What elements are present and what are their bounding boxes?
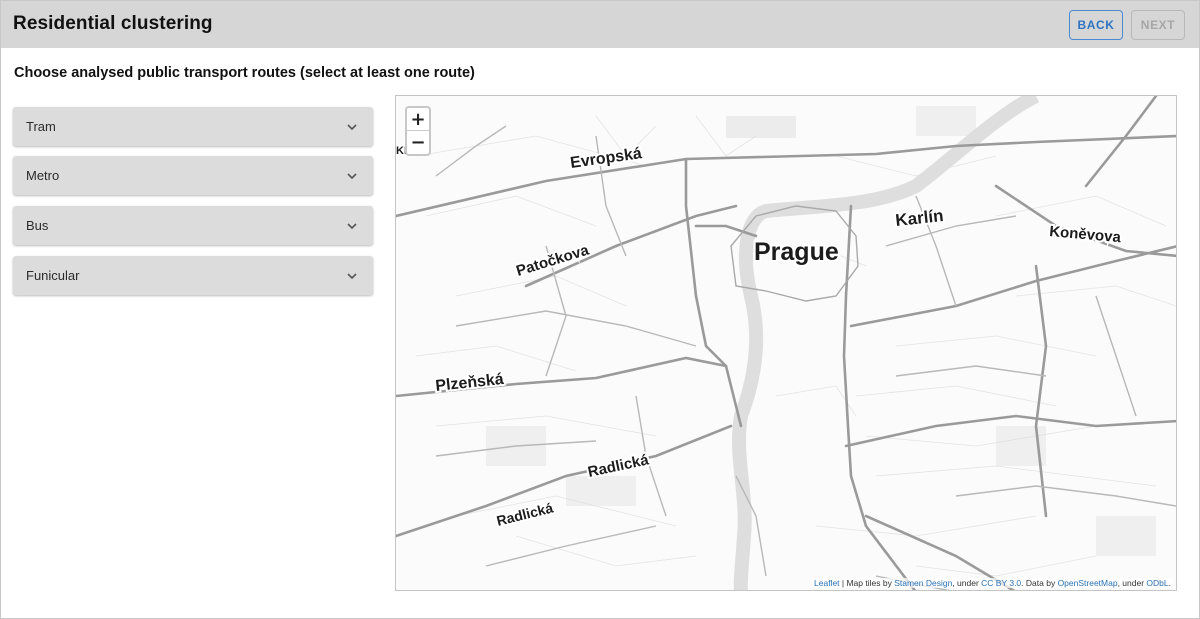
leaflet-link[interactable]: Leaflet bbox=[814, 578, 840, 588]
attribution-text: | Map tiles by bbox=[839, 578, 895, 588]
label-plzenska: Plzeňská bbox=[435, 371, 505, 395]
panel-label: Funicular bbox=[26, 268, 80, 283]
panel-funicular[interactable]: Funicular bbox=[13, 256, 373, 295]
page-title: Residential clustering bbox=[13, 13, 213, 34]
attribution-text: . bbox=[1168, 578, 1171, 588]
section-heading: Choose analysed public transport routes … bbox=[14, 65, 475, 81]
chevron-down-icon bbox=[347, 173, 357, 180]
label-karlin: Karlín bbox=[894, 206, 944, 230]
zoom-in-button[interactable]: + bbox=[407, 108, 429, 131]
river bbox=[732, 96, 1040, 590]
map-attribution: Leaflet | Map tiles by Stamen Design, un… bbox=[812, 578, 1173, 588]
attribution-text: , under bbox=[1117, 578, 1147, 588]
zoom-out-button[interactable]: − bbox=[407, 131, 429, 154]
label-konevova: Koněvova bbox=[1049, 223, 1123, 246]
stamen-link[interactable]: Stamen Design bbox=[894, 578, 952, 588]
header-bar: Residential clustering BACK NEXT bbox=[1, 1, 1199, 48]
map-view[interactable]: Evropská Karlín Prague Koněvova Patočkov… bbox=[395, 95, 1177, 591]
zoom-control: + − bbox=[405, 106, 431, 156]
next-button[interactable]: NEXT bbox=[1131, 10, 1185, 40]
chevron-down-icon bbox=[347, 223, 357, 230]
attribution-text: , under bbox=[952, 578, 982, 588]
chevron-down-icon bbox=[347, 273, 357, 280]
panel-label: Tram bbox=[26, 119, 56, 134]
panel-metro[interactable]: Metro bbox=[13, 156, 373, 195]
panel-bus[interactable]: Bus bbox=[13, 206, 373, 245]
chevron-down-icon bbox=[347, 124, 357, 131]
back-button[interactable]: BACK bbox=[1069, 10, 1123, 40]
panel-tram[interactable]: Tram bbox=[13, 107, 373, 146]
map-tiles: Evropská Karlín Prague Koněvova Patočkov… bbox=[396, 96, 1176, 590]
label-radlicka-2: Radlická bbox=[495, 499, 555, 529]
panel-label: Bus bbox=[26, 218, 49, 233]
secondary-roads bbox=[435, 125, 1176, 590]
attribution-text: . Data by bbox=[1021, 578, 1058, 588]
label-prague: Prague bbox=[754, 238, 839, 266]
panel-label: Metro bbox=[26, 168, 60, 183]
osm-link[interactable]: OpenStreetMap bbox=[1058, 578, 1118, 588]
odbl-link[interactable]: ODbL bbox=[1146, 578, 1168, 588]
ccby-link[interactable]: CC BY 3.0 bbox=[981, 578, 1021, 588]
